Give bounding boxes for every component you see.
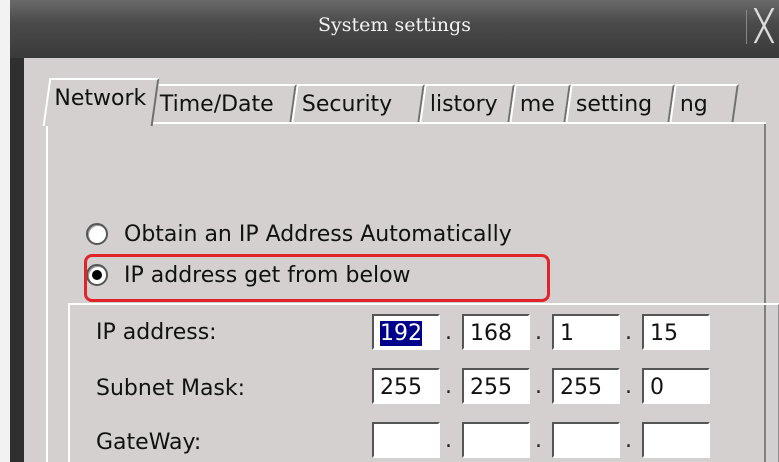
gateway-octet-1[interactable]: [372, 422, 440, 458]
tab-strip: Network Time/Date Security listory me se…: [42, 76, 766, 126]
tab-label: ng: [679, 92, 708, 117]
tab-setting[interactable]: setting: [565, 84, 675, 124]
subnet-mask-label: Subnet Mask:: [96, 376, 246, 401]
octet-separator: .: [535, 428, 542, 453]
gateway-label: GateWay:: [96, 430, 202, 455]
octet-separator: .: [535, 320, 542, 345]
ip-octet-2[interactable]: 168: [462, 314, 530, 350]
subnet-octet-4[interactable]: 0: [642, 368, 710, 404]
octet-value: 255: [380, 375, 422, 400]
octet-value: 255: [470, 375, 512, 400]
gateway-octet-3[interactable]: [552, 422, 620, 458]
tab-label: Network: [54, 86, 147, 111]
octet-value: 0: [650, 375, 664, 400]
radio-obtain-automatically[interactable]: Obtain an IP Address Automatically: [86, 218, 512, 250]
tab-label: me: [519, 92, 555, 117]
radio-unselected-icon[interactable]: [86, 223, 108, 245]
tab-label: Time/Date: [159, 92, 274, 117]
tab-label: setting: [575, 92, 653, 117]
background-strip: [0, 0, 10, 462]
octet-value: 1: [560, 321, 574, 346]
tab-time-date[interactable]: Time/Date: [149, 84, 297, 124]
ip-octet-3[interactable]: 1: [552, 314, 620, 350]
octet-separator: .: [535, 374, 542, 399]
tab-more[interactable]: ng: [669, 84, 739, 124]
window-title: System settings: [318, 14, 471, 36]
octet-separator: .: [625, 320, 632, 345]
close-icon[interactable]: ╳: [746, 10, 779, 44]
subnet-octet-1[interactable]: 255: [372, 368, 440, 404]
octet-separator: .: [625, 374, 632, 399]
dialog-client-area: Network Time/Date Security listory me se…: [24, 58, 779, 462]
octet-separator: .: [445, 374, 452, 399]
ip-octet-1[interactable]: 192: [372, 314, 440, 350]
tab-label: listory: [429, 92, 498, 117]
tab-security[interactable]: Security: [291, 84, 425, 124]
gateway-octet-2[interactable]: [462, 422, 530, 458]
octet-value: 192: [380, 321, 422, 346]
octet-separator: .: [445, 428, 452, 453]
system-settings-window: System settings ╳ Network Time/Date Secu…: [10, 0, 779, 462]
subnet-octet-2[interactable]: 255: [462, 368, 530, 404]
gateway-octet-4[interactable]: [642, 422, 710, 458]
octet-value: 255: [560, 375, 602, 400]
tab-label: Security: [301, 92, 393, 117]
tab-history[interactable]: listory: [419, 84, 515, 124]
subnet-octet-3[interactable]: 255: [552, 368, 620, 404]
tab-time[interactable]: me: [509, 84, 571, 124]
ip-address-label: IP address:: [96, 320, 217, 345]
octet-separator: .: [625, 428, 632, 453]
title-bar[interactable]: System settings ╳: [10, 0, 779, 58]
octet-value: 168: [470, 321, 512, 346]
octet-value: 15: [650, 321, 678, 346]
ip-octet-4[interactable]: 15: [642, 314, 710, 350]
radio-label: Obtain an IP Address Automatically: [124, 221, 512, 247]
octet-separator: .: [445, 320, 452, 345]
highlight-annotation: [84, 254, 550, 302]
tab-network[interactable]: Network: [42, 78, 160, 126]
